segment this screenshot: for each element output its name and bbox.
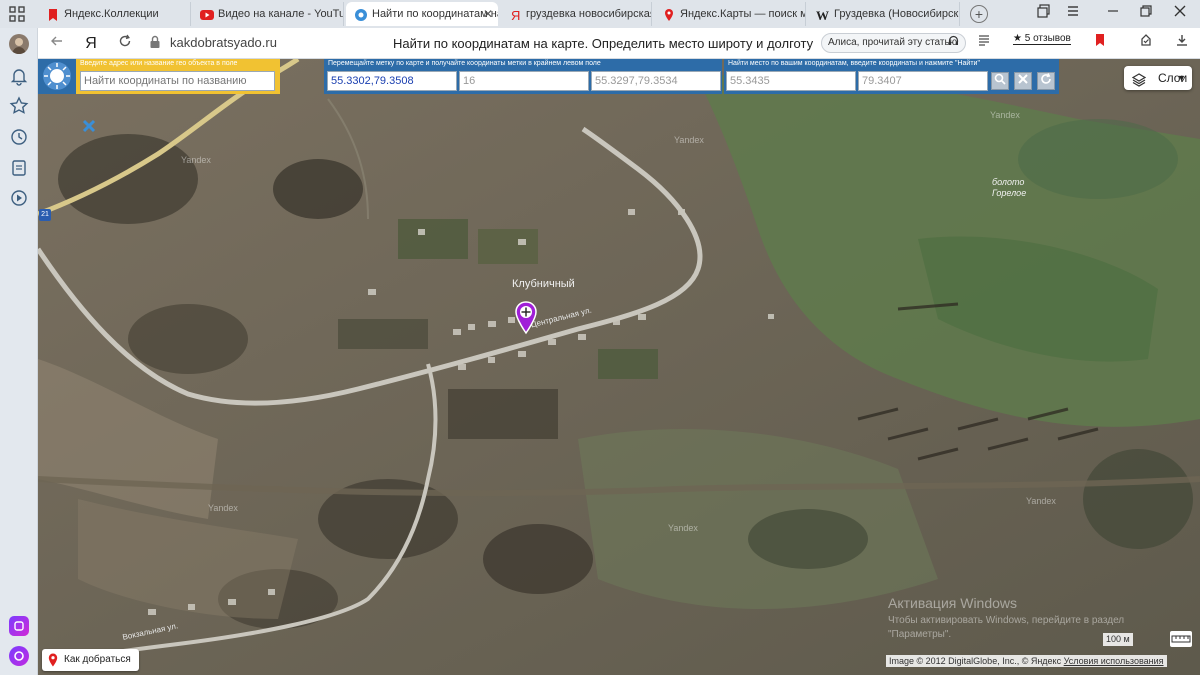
- sun-logo-icon: [43, 62, 71, 90]
- history-icon[interactable]: [9, 127, 29, 147]
- alice-read-button[interactable]: Алиса, прочитай эту статью: [821, 33, 966, 53]
- center-field[interactable]: [591, 71, 721, 91]
- tab-label: Найти по координатам на карте: [372, 8, 498, 20]
- alice-icon[interactable]: [9, 646, 29, 666]
- restore-icon[interactable]: [1136, 4, 1156, 24]
- satellite-imagery: [38, 59, 1200, 675]
- notes-icon[interactable]: [9, 158, 29, 178]
- refresh-button[interactable]: [1037, 72, 1055, 90]
- reload-icon[interactable]: [114, 33, 136, 55]
- play-icon[interactable]: [9, 188, 29, 208]
- tab-yandex-collections[interactable]: Яндекс.Коллекции: [38, 2, 191, 26]
- yandex-watermark: Yandex: [668, 523, 698, 533]
- swamp-label: болото Горелое: [992, 177, 1027, 198]
- youtube-icon: [200, 7, 214, 21]
- wikipedia-icon: W: [816, 7, 830, 23]
- page-title: Найти по координатам на карте. Определит…: [393, 36, 814, 51]
- find-by-coords-panel: Найти место по вашим координатам, введит…: [724, 59, 1059, 94]
- browser-sidebar: [0, 28, 38, 675]
- tabs-grid-icon[interactable]: [8, 5, 26, 23]
- tab-label: Груздевка (Новосибирская: [834, 8, 960, 20]
- yandex-home-button[interactable]: Я: [80, 33, 102, 55]
- layers-button[interactable]: Слои ▼: [1124, 66, 1192, 90]
- star-icon[interactable]: [9, 96, 29, 116]
- activation-title: Активация Windows: [888, 595, 1018, 611]
- route-button-label: Как добраться: [64, 654, 131, 665]
- marker-point-field[interactable]: [327, 71, 457, 91]
- back-arrow-icon[interactable]: [46, 33, 68, 55]
- tab-label: Яндекс.Карты — поиск мест: [680, 8, 805, 20]
- bookmark-add-icon[interactable]: [1090, 33, 1110, 53]
- map-pin-icon: [515, 301, 537, 335]
- search-icon: [994, 73, 1006, 85]
- tab-find-coordinates[interactable]: Найти по координатам на карте ✕: [346, 2, 498, 26]
- close-icon: [1018, 74, 1028, 84]
- zoom-field[interactable]: [459, 71, 589, 91]
- ruler-icon[interactable]: [1170, 631, 1192, 647]
- yandex-icon: Я: [508, 7, 522, 23]
- reviews-link[interactable]: ★ 5 отзывов: [1013, 33, 1071, 45]
- tab-yandex-maps[interactable]: Яндекс.Карты — поиск мест: [654, 2, 806, 26]
- latitude-field[interactable]: [726, 71, 856, 91]
- map-pin-icon: [48, 653, 58, 667]
- marker-coords-caption: Перемещайте метку по карте и получайте к…: [328, 60, 601, 67]
- minimize-icon[interactable]: [1103, 4, 1123, 24]
- marker-coords-panel: Перемещайте метку по карте и получайте к…: [324, 59, 722, 94]
- collections-icon[interactable]: [1034, 4, 1054, 24]
- download-icon[interactable]: [1172, 33, 1192, 53]
- url-text[interactable]: kakdobratsyado.ru: [170, 35, 277, 50]
- tab-label: груздевка новосибирская: [526, 8, 652, 20]
- terms-link[interactable]: Условия использования: [1064, 656, 1164, 666]
- search-caption: Введите адрес или название гео объекта в…: [80, 60, 238, 67]
- headphones-icon: [948, 34, 959, 52]
- reader-mode-icon[interactable]: [974, 33, 994, 53]
- layers-icon: [1131, 71, 1147, 87]
- yandex-watermark: Yandex: [990, 110, 1020, 120]
- address-bar: Я kakdobratsyado.ru Найти по координатам…: [38, 28, 1200, 59]
- yandex-watermark: Yandex: [208, 503, 238, 513]
- site-logo-box[interactable]: [38, 59, 76, 94]
- search-panel: Введите адрес или название гео объекта в…: [76, 59, 280, 94]
- bookmark-icon: [46, 7, 60, 21]
- messenger-icon[interactable]: [9, 616, 29, 636]
- yandex-watermark: Yandex: [674, 135, 704, 145]
- close-icon[interactable]: ✕: [483, 2, 493, 26]
- satellite-map[interactable]: Введите адрес или название гео объекта в…: [38, 59, 1200, 675]
- tab-yandex-search[interactable]: Я груздевка новосибирская: [500, 2, 652, 26]
- location-marker[interactable]: [514, 301, 538, 335]
- yandex-watermark: Yandex: [181, 155, 211, 165]
- map-scale: 100 м: [1103, 633, 1133, 646]
- clear-button[interactable]: [1014, 72, 1032, 90]
- new-tab-button[interactable]: +: [970, 5, 988, 23]
- road-number-badge: 21: [39, 209, 51, 221]
- map-pin-icon: [662, 7, 676, 21]
- yandex-watermark: Yandex: [1026, 496, 1056, 506]
- village-label: Клубничный: [512, 278, 575, 290]
- tab-strip: Яндекс.Коллекции Видео на канале - YouTu…: [0, 0, 1200, 28]
- protect-icon[interactable]: [1136, 33, 1156, 53]
- scale-label: 100 м: [1106, 634, 1130, 644]
- map-copyright: Image © 2012 DigitalGlobe, Inc., © Яндек…: [886, 655, 1167, 667]
- search-input[interactable]: [80, 71, 275, 91]
- globe-icon: [354, 7, 368, 21]
- search-button[interactable]: [991, 72, 1009, 90]
- tab-label: Яндекс.Коллекции: [64, 8, 159, 20]
- alice-read-label: Алиса, прочитай эту статью: [828, 37, 958, 48]
- window-close-icon[interactable]: [1170, 4, 1190, 24]
- tab-wikipedia[interactable]: W Груздевка (Новосибирская: [808, 2, 960, 26]
- longitude-field[interactable]: [858, 71, 988, 91]
- tab-label: Видео на канале - YouTube: [218, 8, 344, 20]
- lock-icon[interactable]: [144, 34, 166, 56]
- svg-text:Я: Я: [511, 8, 520, 22]
- copyright-text: Image © 2012 DigitalGlobe, Inc., © Яндек…: [889, 656, 1062, 666]
- route-button[interactable]: Как добраться: [42, 649, 139, 671]
- tab-youtube[interactable]: Видео на канале - YouTube: [192, 2, 344, 26]
- svg-text:W: W: [816, 8, 829, 22]
- chevron-down-icon: ▼: [1177, 73, 1186, 83]
- menu-icon[interactable]: [1063, 4, 1083, 24]
- refresh-icon: [1041, 73, 1051, 84]
- find-by-coords-caption: Найти место по вашим координатам, введит…: [728, 60, 980, 67]
- avatar[interactable]: [9, 34, 29, 54]
- bell-icon[interactable]: [9, 66, 29, 86]
